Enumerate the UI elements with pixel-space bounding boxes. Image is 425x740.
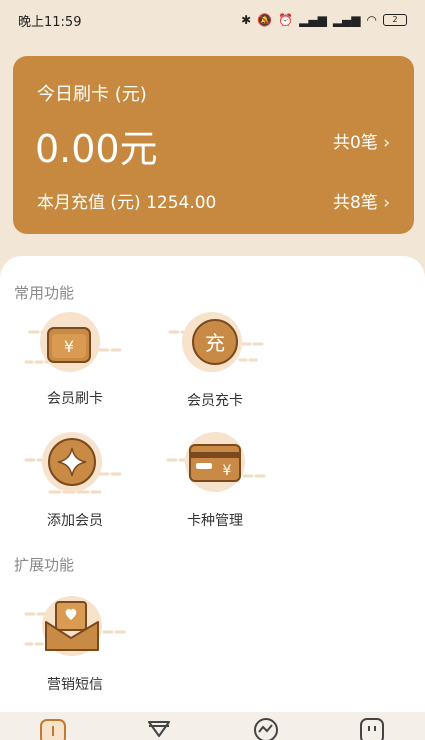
battery-icon: 2: [383, 14, 407, 26]
recharge-card-button[interactable]: 充 会员充卡: [160, 310, 270, 420]
swipe-card-button[interactable]: ¥ 会员刷卡: [20, 310, 130, 420]
yen-wallet-icon: ¥: [24, 312, 126, 372]
marketing-sms-button[interactable]: 营销短信: [20, 594, 130, 704]
card-type-label: 卡种管理: [187, 513, 243, 529]
bluetooth-icon: ✱: [241, 13, 252, 27]
add-member-button[interactable]: 添加会员: [20, 430, 130, 540]
today-swipe-title: 今日刷卡 (元): [37, 84, 147, 105]
sparkle-icon: [24, 432, 126, 494]
wifi-icon: ◠: [366, 13, 377, 27]
common-functions-title: 常用功能: [14, 284, 75, 302]
signal-icon: ▂▄▆: [299, 13, 327, 27]
home-icon: [40, 719, 67, 740]
marketing-sms-label: 营销短信: [47, 677, 103, 693]
nav-home[interactable]: [33, 712, 73, 740]
profile-icon: [359, 718, 384, 740]
svg-text:充: 充: [205, 331, 225, 355]
status-icons: ✱ 🔕 ⏰ ▂▄▆ ▂▄▆ ◠ 2: [241, 13, 407, 27]
svg-text:¥: ¥: [223, 463, 232, 479]
add-member-label: 添加会员: [47, 513, 103, 529]
signal-icon-2: ▂▄▆: [332, 13, 361, 27]
card-type-button[interactable]: ¥ 卡种管理: [160, 430, 270, 540]
extended-functions-title: 扩展功能: [14, 556, 75, 574]
recharge-card-label: 会员充卡: [187, 393, 243, 409]
nav-chart[interactable]: [246, 712, 286, 740]
month-recharge-label: 本月充值 (元) 1254.00: [37, 193, 217, 213]
envelope-heart-icon: [24, 596, 126, 656]
diamond-icon: [148, 721, 171, 737]
today-count-link[interactable]: 共0笔 ›: [333, 128, 390, 153]
month-count-link[interactable]: 共8笔 ›: [333, 188, 390, 213]
recharge-icon: 充: [168, 312, 266, 372]
function-panel: 常用功能 ¥ 会员刷卡 充 会员充卡 添加会员 ¥ 卡种管理 扩展功能 营销短信: [0, 256, 425, 716]
nav-profile[interactable]: [352, 712, 392, 740]
status-time: 晚上11:59: [18, 14, 82, 30]
swipe-card-label: 会员刷卡: [47, 391, 103, 407]
chart-icon: [253, 718, 278, 740]
summary-card: 今日刷卡 (元) 0.00元 共0笔 › 本月充值 (元) 1254.00 共8…: [13, 56, 414, 234]
today-swipe-amount: 0.00元: [35, 127, 158, 171]
mute-icon: 🔕: [257, 13, 273, 27]
status-bar: 晚上11:59 ✱ 🔕 ⏰ ▂▄▆ ▂▄▆ ◠ 2: [0, 0, 425, 40]
nav-diamond[interactable]: [139, 712, 179, 740]
alarm-icon: ⏰: [278, 13, 294, 27]
card-icon: ¥: [166, 432, 266, 492]
bottom-nav: [0, 712, 425, 740]
svg-text:¥: ¥: [64, 337, 74, 356]
